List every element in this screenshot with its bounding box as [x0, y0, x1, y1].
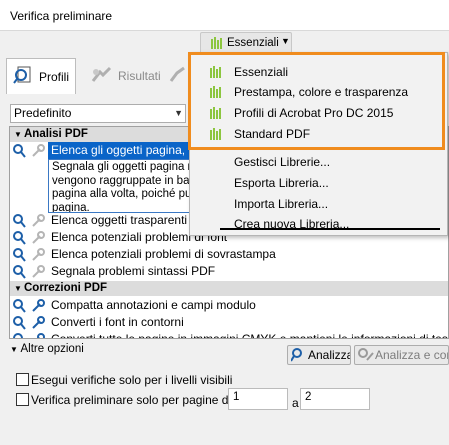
profile-description: Segnala gli oggetti pagina raggruppati v… [48, 159, 208, 213]
description-line: vengono raggruppate in base al tipo [52, 174, 207, 187]
magnifier-wrench-icon [13, 248, 47, 262]
analyze-fix-button-label: Analizza e correggi [375, 348, 448, 362]
collapse-triangle-icon: ▼ [14, 284, 22, 293]
tree-item-label: Segnala problemi sintassi PDF [51, 264, 216, 278]
tree-item-label: Converti i font in contorni [51, 315, 184, 329]
results-icon [90, 66, 114, 87]
analyze-fix-button[interactable]: Analizza e correggi [354, 345, 449, 365]
section-label: Correzioni PDF [24, 282, 108, 294]
magnifier-wrench-icon [13, 299, 47, 313]
preset-value: Predefinito [14, 106, 72, 120]
library-dropdown[interactable]: Essenziali ▼ [200, 32, 292, 54]
tree-item-label: Converti tutte le pagine in immagini CMY… [51, 332, 449, 339]
magnifier-wrench-icon [13, 231, 47, 245]
section-header-fixes[interactable]: ▼ Correzioni PDF [10, 281, 448, 296]
page-range-label: Verifica preliminare solo per pagine da [31, 393, 236, 407]
results-extra-icon [168, 66, 188, 87]
analyze-button-label: Analizza [308, 348, 351, 362]
page-from-value: 1 [233, 391, 240, 403]
tree-item[interactable]: Converti i font in contorni [10, 314, 448, 331]
menu-item-import[interactable]: Importa Libreria... [234, 197, 328, 211]
tree-item[interactable]: Segnala problemi sintassi PDF [10, 263, 448, 280]
page-to-input[interactable]: 2 [300, 388, 370, 410]
magnifier-icon [290, 348, 305, 364]
page-range-checkbox[interactable] [16, 393, 29, 406]
tree-item[interactable]: Converti tutte le pagine in immagini CMY… [10, 331, 449, 339]
tree-item-label: Compatta annotazioni e campi modulo [51, 298, 256, 312]
window-title: Verifica preliminare [10, 9, 113, 23]
tab-results[interactable]: Risultati [90, 58, 161, 94]
tab-profiles-label: Profili [39, 69, 70, 84]
menu-item-export[interactable]: Esporta Libreria... [234, 176, 329, 190]
preset-select[interactable]: Predefinito ▼ [10, 104, 186, 123]
magnifier-wrench-icon [358, 348, 376, 364]
more-options-label: Altre opzioni [20, 343, 84, 355]
page-from-input[interactable]: 1 [228, 388, 288, 410]
page-to-label: a [292, 396, 299, 410]
tree-item-label: Elenca potenziali problemi di sovrastamp… [51, 247, 276, 261]
tree-item-label: Elenca oggetti trasparenti [51, 213, 188, 227]
magnifier-wrench-icon [13, 316, 47, 330]
magnifier-wrench-icon [13, 265, 47, 279]
analyze-button[interactable]: Analizza [287, 345, 351, 365]
menu-item-manage[interactable]: Gestisci Librerie... [234, 155, 330, 169]
profiles-icon [13, 66, 35, 87]
tab-results-label: Risultati [118, 69, 161, 83]
chevron-down-icon: ▼ [281, 36, 290, 46]
title-bar: Verifica preliminare [0, 0, 449, 30]
tree-item[interactable]: Compatta annotazioni e campi modulo [10, 297, 448, 314]
magnifier-wrench-icon [13, 333, 47, 338]
tab-profiles[interactable]: Profili [6, 58, 76, 94]
description-line: Segnala gli oggetti pagina raggruppati [52, 161, 207, 173]
magnifier-wrench-icon [13, 144, 47, 158]
section-label: Analisi PDF [24, 128, 88, 140]
menu-underline [220, 228, 440, 230]
tab-extra[interactable] [168, 58, 188, 94]
library-list-highlight [188, 52, 445, 150]
description-line: pagina alla volta, poiché può s [52, 188, 207, 200]
magnifier-wrench-icon [13, 214, 47, 228]
visible-layers-label: Esegui verifiche solo per i livelli visi… [31, 373, 233, 387]
library-bars-icon [211, 37, 223, 52]
visible-layers-checkbox[interactable] [16, 373, 29, 386]
collapse-triangle-icon: ▼ [10, 345, 18, 354]
chevron-down-icon: ▼ [174, 108, 183, 118]
tree-item[interactable]: Elenca potenziali problemi di sovrastamp… [10, 246, 448, 263]
more-options-toggle[interactable]: ▼ Altre opzioni [10, 343, 84, 355]
collapse-triangle-icon: ▼ [14, 130, 22, 139]
page-to-value: 2 [305, 391, 312, 403]
library-dropdown-label: Essenziali [227, 37, 279, 49]
